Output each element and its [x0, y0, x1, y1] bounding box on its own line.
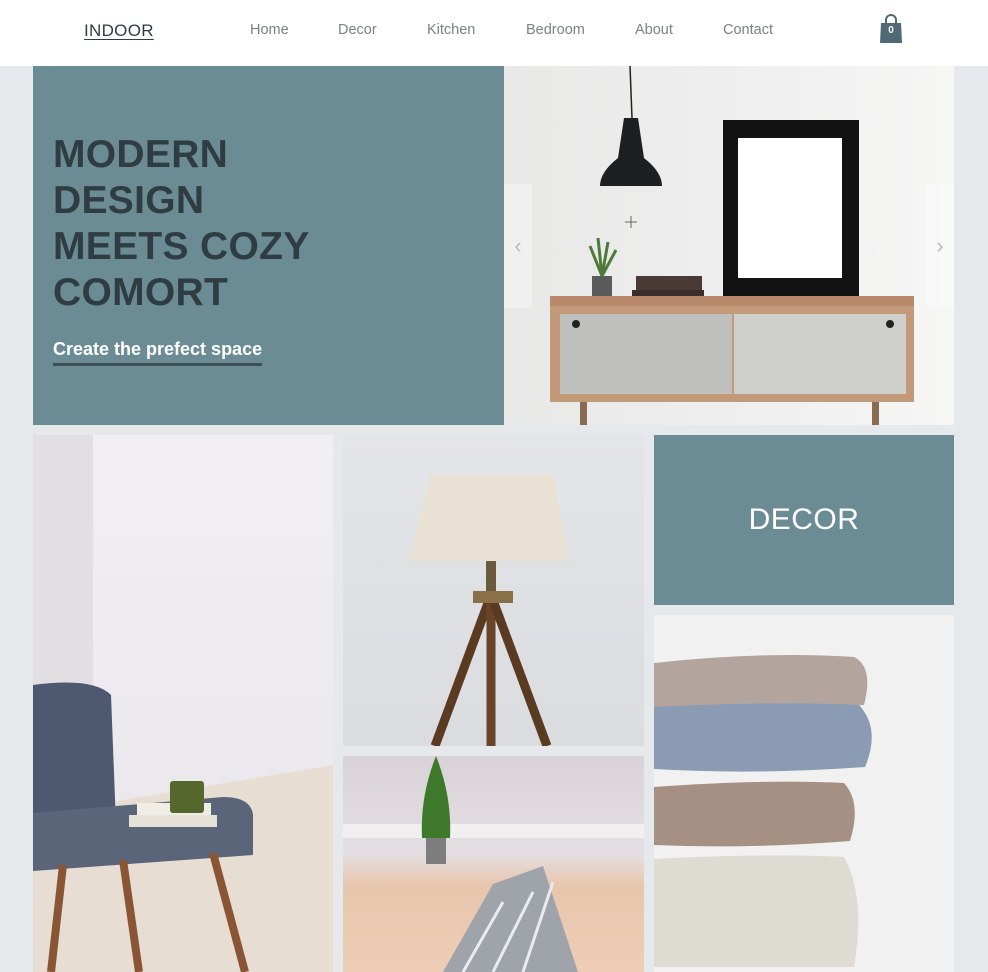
door-knob-right [886, 320, 894, 328]
sideboard-leg-left [580, 402, 587, 425]
nav-kitchen[interactable]: Kitchen [427, 22, 475, 38]
pendant-lamp [600, 118, 662, 186]
tripod-lamp-photo [409, 475, 569, 746]
hero-cta-link[interactable]: Create the prefect space [53, 339, 263, 366]
tripod-leg [430, 593, 496, 746]
green-mug [170, 781, 204, 813]
nav-about[interactable]: About [635, 22, 673, 38]
cart-count: 0 [888, 25, 894, 36]
lamp-shade [409, 475, 569, 561]
nav-home[interactable]: Home [250, 22, 289, 38]
nav-bedroom[interactable]: Bedroom [526, 22, 585, 38]
baseboard [343, 824, 644, 838]
plant-leaves [588, 237, 618, 277]
rug-photo-tile[interactable] [343, 756, 644, 972]
door-knob-left [572, 320, 580, 328]
chair-photo [33, 435, 333, 972]
sideboard-top [550, 296, 914, 306]
knitwear-photo-tile[interactable] [654, 615, 954, 972]
slide-next-button[interactable]: › [926, 184, 954, 308]
stacked-books [129, 815, 217, 827]
tree-pot [426, 838, 446, 864]
hero-panel: MODERN DESIGN MEETS COZY COMORT Create t… [33, 66, 504, 425]
sideboard-door-right [734, 314, 906, 394]
tripod-leg [486, 593, 552, 746]
site-header: INDOOR Home Decor Kitchen Bedroom About … [0, 0, 988, 66]
tripod-clamp [473, 591, 513, 603]
crosshair-cursor [625, 216, 637, 228]
slide-prev-button[interactable]: ‹ [504, 184, 532, 308]
hero-slideshow: ‹ › [504, 66, 954, 425]
potted-tree [421, 756, 451, 838]
sweater-blue [654, 703, 872, 772]
chair-photo-tile[interactable] [33, 435, 333, 972]
page-right-margin [954, 66, 988, 972]
sweater-brown [654, 781, 855, 847]
sideboard-leg-right [872, 402, 879, 425]
rolled-rug-photo [343, 756, 644, 972]
nav-contact[interactable]: Contact [723, 22, 773, 38]
hero-title: MODERN DESIGN MEETS COZY COMORT [53, 133, 310, 314]
rolled-rug [443, 866, 578, 972]
sweater-cream [654, 855, 859, 967]
decor-category-tile[interactable]: DECOR [654, 435, 954, 605]
nav-decor[interactable]: Decor [338, 22, 377, 38]
site-logo[interactable]: INDOOR [84, 21, 154, 41]
folded-sweaters-photo [654, 655, 872, 967]
cart-button[interactable]: 0 [879, 14, 903, 44]
sideboard-photo [550, 66, 914, 425]
lamp-stem [486, 561, 496, 595]
sweater-mauve [654, 655, 868, 710]
lamp-cord [629, 66, 633, 119]
decor-label: DECOR [748, 503, 860, 536]
chair-back [33, 682, 116, 825]
book-top [636, 276, 702, 290]
plant-pot [592, 276, 612, 298]
sideboard-door-left [560, 314, 732, 394]
frame-canvas [738, 138, 842, 278]
lamp-photo-tile[interactable] [343, 435, 644, 746]
